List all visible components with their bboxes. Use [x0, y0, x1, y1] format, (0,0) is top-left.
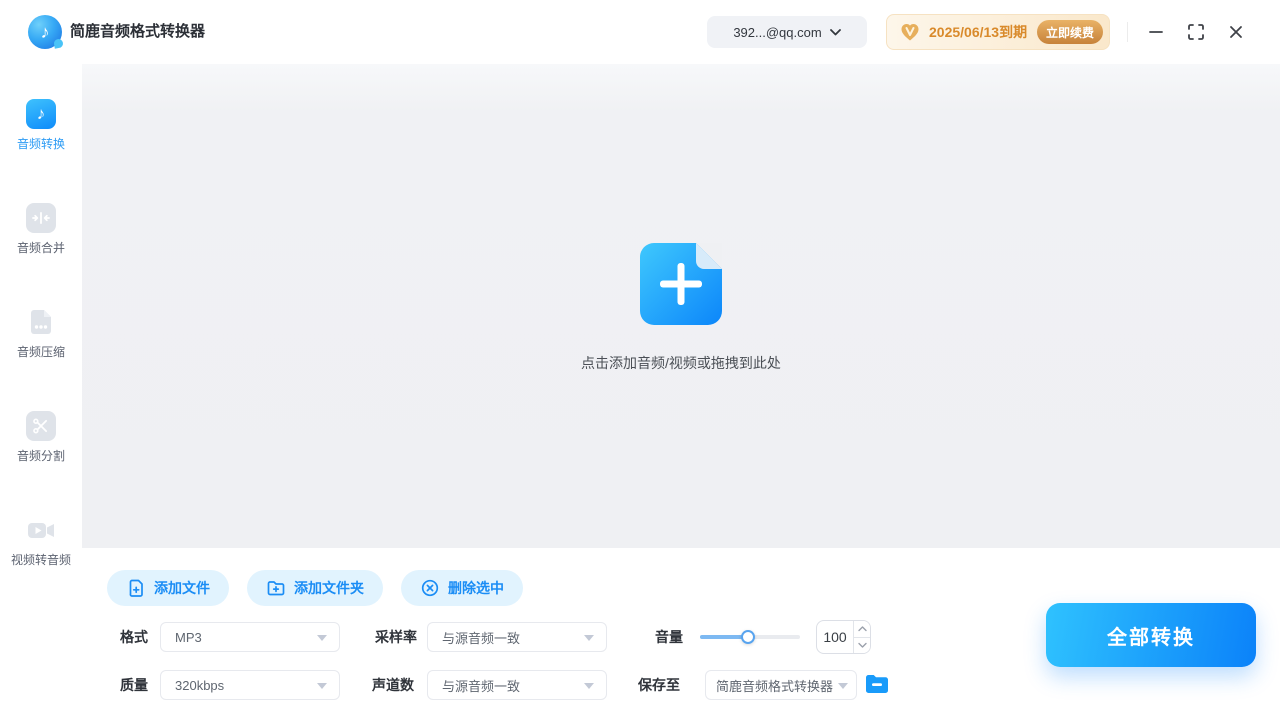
convert-all-button[interactable]: 全部转换 — [1046, 603, 1256, 667]
minimize-button[interactable] — [1142, 18, 1170, 46]
sidebar-item-audio-split[interactable]: 音频分割 — [0, 411, 82, 464]
dropzone-hint-text: 点击添加音频/视频或拖拽到此处 — [581, 353, 781, 373]
caret-down-icon — [317, 683, 327, 689]
renew-button[interactable]: 立即续费 — [1037, 20, 1103, 44]
scissors-icon — [26, 411, 56, 441]
channels-select[interactable]: 与源音频一致 — [427, 670, 607, 700]
video-camera-icon — [26, 515, 56, 545]
sample-rate-value: 与源音频一致 — [442, 628, 520, 647]
format-select[interactable]: MP3 — [160, 622, 340, 652]
account-email: 392...@qq.com — [733, 25, 821, 40]
quality-select[interactable]: 320kbps — [160, 670, 340, 700]
save-to-select[interactable]: 简鹿音频格式转换器 — [705, 670, 857, 700]
fullscreen-button[interactable] — [1182, 18, 1210, 46]
sidebar-item-label: 音频压缩 — [17, 343, 65, 360]
add-file-button[interactable]: 添加文件 — [107, 570, 229, 606]
vip-status-badge: 2025/06/13到期 立即续费 — [886, 14, 1110, 50]
file-list-area: 点击添加音频/视频或拖拽到此处 — [82, 64, 1280, 548]
sidebar: ♪ 音频转换 音频合并 音频压缩 — [0, 64, 82, 720]
caret-down-icon — [317, 635, 327, 641]
save-to-value: 简鹿音频格式转换器 — [716, 676, 833, 695]
channels-label: 声道数 — [372, 670, 414, 700]
format-value: MP3 — [175, 630, 202, 645]
chevron-down-icon — [830, 29, 841, 36]
add-files-dropzone-icon[interactable] — [640, 243, 722, 325]
fullscreen-icon — [1187, 23, 1205, 41]
volume-slider[interactable] — [700, 622, 800, 652]
file-plus-icon — [126, 578, 146, 598]
volume-slider-thumb[interactable] — [741, 630, 755, 644]
quality-label: 质量 — [120, 670, 148, 700]
chevron-down-icon — [858, 642, 867, 648]
compress-file-icon — [26, 307, 56, 337]
caret-down-icon — [838, 683, 848, 689]
chevron-up-icon — [858, 626, 867, 632]
minimize-icon — [1148, 24, 1164, 40]
sidebar-item-audio-merge[interactable]: 音频合并 — [0, 203, 82, 256]
delete-selected-label: 删除选中 — [448, 578, 504, 598]
title-bar: ♪ 简鹿音频格式转换器 392...@qq.com 2025/06/13到期 立… — [0, 0, 1280, 64]
volume-spinner — [816, 620, 871, 654]
volume-input[interactable] — [817, 621, 853, 653]
sidebar-item-audio-compress[interactable]: 音频压缩 — [0, 307, 82, 360]
merge-icon — [26, 203, 56, 233]
sidebar-item-label: 音频合并 — [17, 239, 65, 256]
add-file-label: 添加文件 — [154, 578, 210, 598]
app-logo-icon: ♪ — [28, 15, 62, 49]
format-label: 格式 — [120, 622, 148, 652]
circle-x-icon — [420, 578, 440, 598]
quality-value: 320kbps — [175, 678, 224, 693]
add-folder-button[interactable]: 添加文件夹 — [247, 570, 383, 606]
account-dropdown[interactable]: 392...@qq.com — [707, 16, 867, 48]
music-note-icon: ♪ — [26, 99, 56, 129]
app-title: 简鹿音频格式转换器 — [70, 0, 205, 64]
sidebar-item-video-to-audio[interactable]: 视频转音频 — [0, 515, 82, 568]
vip-expiry-text: 2025/06/13到期 — [929, 22, 1029, 42]
sample-rate-select[interactable]: 与源音频一致 — [427, 622, 607, 652]
caret-down-icon — [584, 683, 594, 689]
browse-folder-button[interactable] — [864, 672, 890, 696]
close-icon — [1228, 24, 1244, 40]
open-folder-icon — [864, 672, 890, 696]
sidebar-item-label: 视频转音频 — [11, 551, 71, 568]
sidebar-item-label: 音频分割 — [17, 447, 65, 464]
volume-increment-button[interactable] — [854, 621, 870, 638]
sidebar-item-audio-convert[interactable]: ♪ 音频转换 — [0, 99, 82, 152]
folder-plus-icon — [266, 578, 286, 598]
caret-down-icon — [584, 635, 594, 641]
volume-decrement-button[interactable] — [854, 638, 870, 654]
delete-selected-button[interactable]: 删除选中 — [401, 570, 523, 606]
sample-rate-label: 采样率 — [375, 622, 417, 652]
sidebar-item-label: 音频转换 — [17, 135, 65, 152]
add-folder-label: 添加文件夹 — [294, 578, 364, 598]
volume-label: 音量 — [655, 622, 683, 652]
channels-value: 与源音频一致 — [442, 676, 520, 695]
vip-crown-icon — [899, 22, 921, 42]
close-button[interactable] — [1222, 18, 1250, 46]
save-to-label: 保存至 — [638, 670, 680, 700]
window-controls-divider — [1127, 22, 1128, 42]
bottom-panel: 添加文件 添加文件夹 删除选中 格式 MP3 采样率 与源音频一致 音量 — [82, 548, 1280, 720]
